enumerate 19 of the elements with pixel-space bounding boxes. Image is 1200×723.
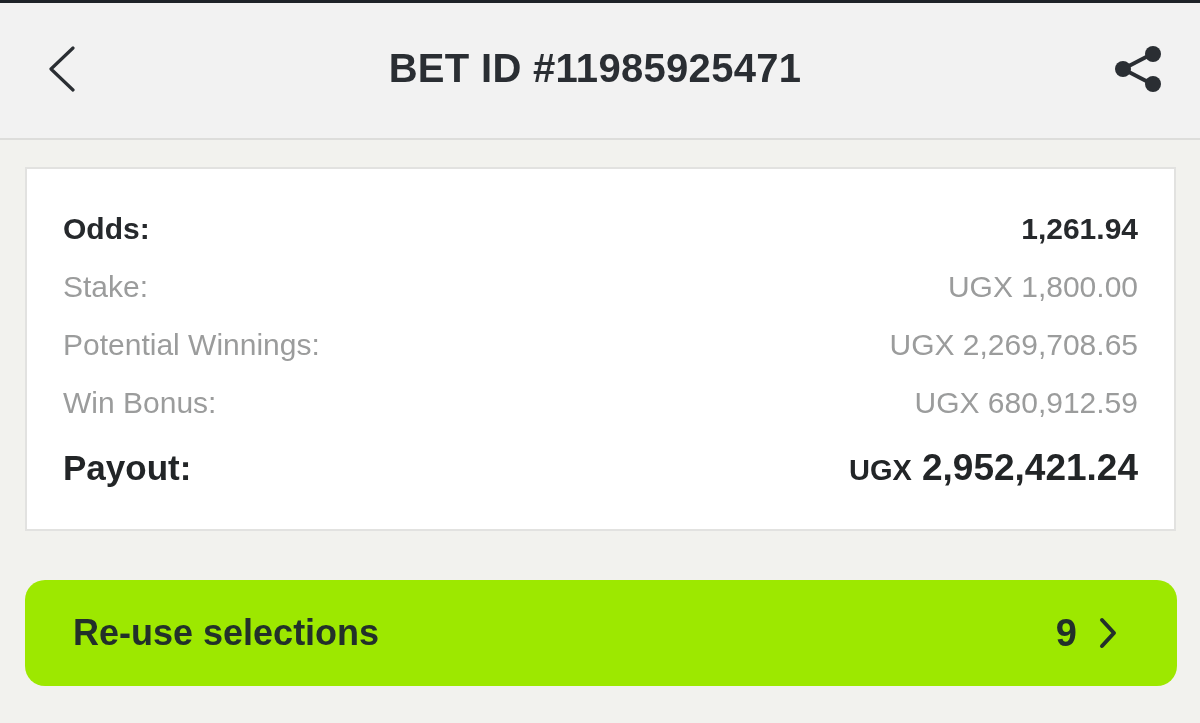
summary-value: UGX 1,800.00	[947, 270, 1138, 304]
summary-label: Odds:	[63, 212, 150, 246]
summary-value: UGX 2,269,708.65	[889, 328, 1138, 362]
summary-label: Potential Winnings:	[63, 328, 320, 362]
summary-value: 1,261.94	[1021, 212, 1138, 246]
back-chevron-icon	[48, 45, 76, 92]
summary-label: Payout:	[63, 448, 192, 488]
selection-count: 9	[1055, 611, 1077, 655]
summary-label: Stake:	[63, 270, 149, 304]
summary-value: UGX 680,912.59	[914, 386, 1138, 420]
back-button[interactable]	[48, 45, 76, 92]
reuse-selections-button[interactable]: Re-use selections 9	[25, 580, 1177, 686]
share-button[interactable]	[1114, 45, 1162, 92]
chevron-right-icon	[1099, 617, 1117, 649]
payout-currency: UGX	[849, 454, 912, 487]
payout-amount: 2,952,421.24	[921, 447, 1138, 489]
share-icon	[1114, 45, 1162, 92]
summary-label: Win Bonus:	[63, 386, 217, 420]
page-title: BET ID #11985925471	[388, 46, 802, 91]
